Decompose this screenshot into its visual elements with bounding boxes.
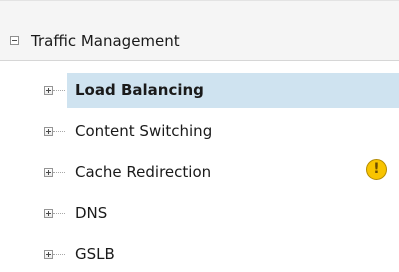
tree-connector — [53, 90, 65, 91]
tree-item-dns[interactable]: DNS — [0, 196, 399, 231]
tree-item-content-switching[interactable]: Content Switching — [0, 114, 399, 149]
tree-connector — [53, 254, 65, 255]
section-title: Traffic Management — [31, 32, 180, 50]
expand-icon[interactable] — [44, 127, 53, 136]
tree-item-label: Load Balancing — [75, 81, 204, 99]
tree-item-label: Cache Redirection — [75, 163, 212, 181]
selected-row-highlight: Load Balancing — [67, 73, 399, 108]
tree-item-label: GSLB — [75, 245, 115, 263]
traffic-management-header[interactable]: Traffic Management — [0, 1, 399, 61]
expand-icon[interactable] — [44, 86, 53, 95]
collapse-icon[interactable] — [10, 36, 19, 45]
traffic-management-tree: Traffic Management Load Balancing Conten… — [0, 0, 399, 269]
tree-item-label: Content Switching — [75, 122, 213, 140]
expand-icon[interactable] — [44, 250, 53, 259]
warning-icon[interactable]: ! — [366, 159, 387, 180]
tree-connector — [53, 213, 65, 214]
tree-item-label: DNS — [75, 204, 108, 222]
tree-connector — [53, 172, 65, 173]
expand-icon[interactable] — [44, 168, 53, 177]
tree-item-cache-redirection[interactable]: Cache Redirection ! — [0, 155, 399, 190]
tree-connector — [53, 131, 65, 132]
tree-item-gslb[interactable]: GSLB — [0, 237, 399, 272]
expand-icon[interactable] — [44, 209, 53, 218]
